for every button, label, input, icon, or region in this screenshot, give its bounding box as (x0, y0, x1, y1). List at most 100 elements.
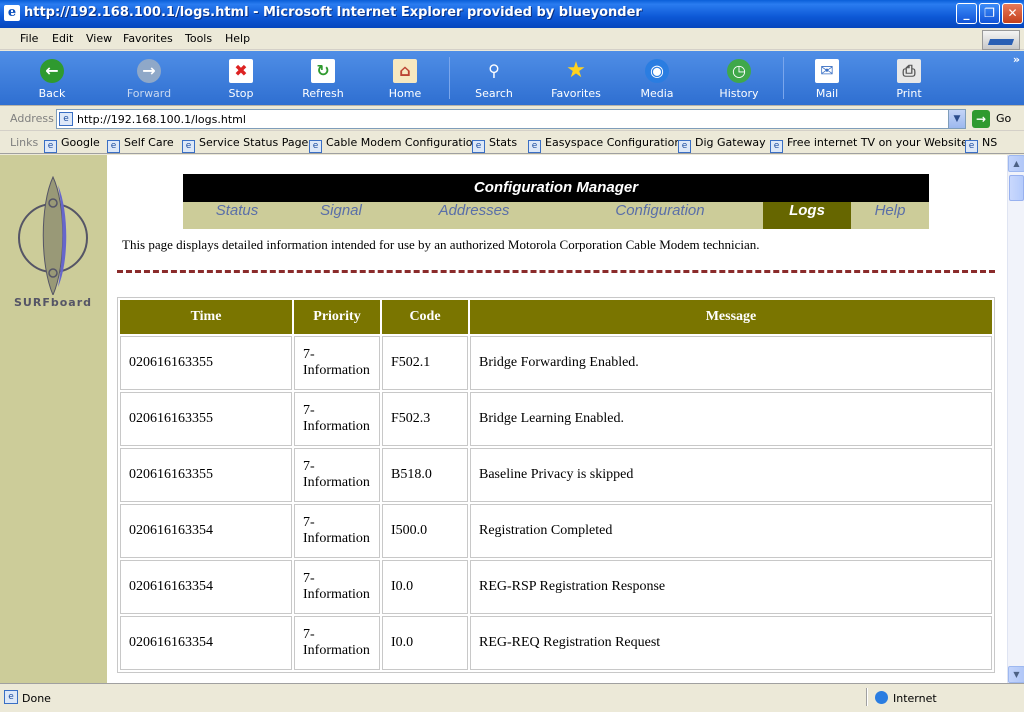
favorites-button[interactable]: ★ Favorites (544, 53, 608, 101)
mail-button[interactable]: ✉ Mail (795, 53, 859, 101)
config-manager-header: Configuration Manager (183, 174, 929, 202)
table-row: 020616163354 7-Information I500.0 Regist… (120, 504, 992, 558)
stop-label: Stop (228, 87, 254, 100)
title-bar: e http://192.168.100.1/logs.html - Micro… (0, 0, 1024, 28)
back-label: Back (38, 87, 66, 100)
col-message: Message (470, 300, 992, 334)
link-google[interactable]: e Google (44, 136, 100, 153)
mail-icon: ✉ (815, 59, 839, 83)
link-self-care[interactable]: e Self Care (107, 136, 174, 153)
link-ns[interactable]: e NS (965, 136, 997, 153)
nav-configuration[interactable]: Configuration (557, 202, 763, 229)
col-priority: Priority (294, 300, 380, 334)
nav-signal[interactable]: Signal (291, 202, 391, 229)
address-url[interactable]: http://192.168.100.1/logs.html (77, 113, 246, 126)
search-button[interactable]: ⚲ Search (462, 53, 526, 101)
link-page-icon: e (965, 140, 978, 153)
cell-code: F502.1 (382, 336, 468, 390)
forward-button[interactable]: → Forward (117, 53, 181, 101)
link-page-icon: e (182, 140, 195, 153)
back-button[interactable]: ← Back (20, 53, 84, 101)
address-dropdown-icon[interactable]: ▼ (948, 110, 965, 128)
status-text: Done (22, 692, 51, 705)
refresh-button[interactable]: ↻ Refresh (291, 53, 355, 101)
cell-time: 020616163354 (120, 504, 292, 558)
toolbar-overflow-icon[interactable]: » (1013, 53, 1020, 66)
link-cable-modem-config[interactable]: e Cable Modem Configuration (309, 136, 480, 153)
menu-bar: File Edit View Favorites Tools Help (0, 28, 1024, 50)
cell-priority: 7-Information (294, 448, 380, 502)
config-nav: Status Signal Addresses Configuration Lo… (183, 202, 929, 229)
menu-file[interactable]: File (20, 32, 38, 45)
link-page-icon: e (770, 140, 783, 153)
window-title: http://192.168.100.1/logs.html - Microso… (24, 5, 642, 20)
search-icon: ⚲ (488, 61, 500, 80)
col-code: Code (382, 300, 468, 334)
refresh-label: Refresh (302, 87, 344, 100)
cell-code: I0.0 (382, 560, 468, 614)
vertical-scrollbar[interactable]: ▲ ▼ (1007, 155, 1024, 683)
back-arrow-icon: ← (40, 59, 64, 83)
status-separator (866, 688, 868, 706)
col-time: Time (120, 300, 292, 334)
link-page-icon: e (309, 140, 322, 153)
menu-view[interactable]: View (86, 32, 112, 45)
surfboard-brand: SURFboard (14, 296, 92, 309)
stop-button[interactable]: ✖ Stop (209, 53, 273, 101)
history-button[interactable]: ◷ History (707, 53, 771, 101)
link-text: NS (982, 136, 998, 149)
menu-help[interactable]: Help (225, 32, 250, 45)
link-service-status[interactable]: e Service Status Page (182, 136, 308, 153)
media-globe-icon: ◉ (645, 59, 669, 83)
links-label: Links (10, 136, 39, 149)
mail-label: Mail (815, 87, 839, 100)
intro-text: This page displays detailed information … (122, 237, 760, 252)
link-dig-gateway[interactable]: e Dig Gateway (678, 136, 766, 153)
ie-logo-icon: e (4, 5, 20, 21)
cell-time: 020616163355 (120, 392, 292, 446)
link-text: Dig Gateway (695, 136, 766, 149)
table-header-row: Time Priority Code Message (120, 300, 992, 334)
nav-help[interactable]: Help (851, 202, 929, 229)
menu-edit[interactable]: Edit (52, 32, 73, 45)
link-page-icon: e (678, 140, 691, 153)
link-free-internet-tv[interactable]: e Free internet TV on your Website! (770, 136, 972, 153)
link-text: Service Status Page (199, 136, 309, 149)
link-page-icon: e (472, 140, 485, 153)
page-done-icon: e (4, 690, 18, 704)
table-row: 020616163354 7-Information I0.0 REG-RSP … (120, 560, 992, 614)
page-icon: e (59, 112, 73, 126)
nav-addresses[interactable]: Addresses (391, 202, 557, 229)
print-label: Print (896, 87, 922, 100)
link-easyspace[interactable]: e Easyspace Configuration (528, 136, 681, 153)
home-button[interactable]: ⌂ Home (373, 53, 437, 101)
print-button[interactable]: ⎙ Print (877, 53, 941, 101)
maximize-button[interactable]: ❐ (979, 3, 1000, 24)
menu-favorites[interactable]: Favorites (123, 32, 173, 45)
scroll-up-icon[interactable]: ▲ (1008, 155, 1024, 172)
table-row: 020616163355 7-Information F502.1 Bridge… (120, 336, 992, 390)
link-page-icon: e (528, 140, 541, 153)
close-button[interactable]: ✕ (1002, 3, 1023, 24)
media-button[interactable]: ◉ Media (625, 53, 689, 101)
cell-time: 020616163354 (120, 560, 292, 614)
cell-priority: 7-Information (294, 504, 380, 558)
minimize-button[interactable]: _ (956, 3, 977, 24)
cell-priority: 7-Information (294, 616, 380, 670)
address-input[interactable]: e http://192.168.100.1/logs.html ▼ (56, 109, 966, 129)
stop-icon: ✖ (229, 59, 253, 83)
nav-logs[interactable]: Logs (763, 202, 851, 229)
nav-status[interactable]: Status (183, 202, 291, 229)
link-text: Easyspace Configuration (545, 136, 682, 149)
scroll-down-icon[interactable]: ▼ (1008, 666, 1024, 683)
link-text: Free internet TV on your Website! (787, 136, 973, 149)
forward-arrow-icon: → (137, 59, 161, 83)
go-arrow-icon[interactable]: → (972, 110, 990, 128)
cell-message: Bridge Learning Enabled. (470, 392, 992, 446)
surfboard-logo-icon (18, 175, 88, 295)
go-button[interactable]: Go (996, 112, 1011, 125)
menu-tools[interactable]: Tools (185, 32, 212, 45)
scroll-thumb[interactable] (1009, 175, 1024, 201)
status-bar: e Done Internet (0, 683, 1024, 712)
link-stats[interactable]: e Stats (472, 136, 517, 153)
